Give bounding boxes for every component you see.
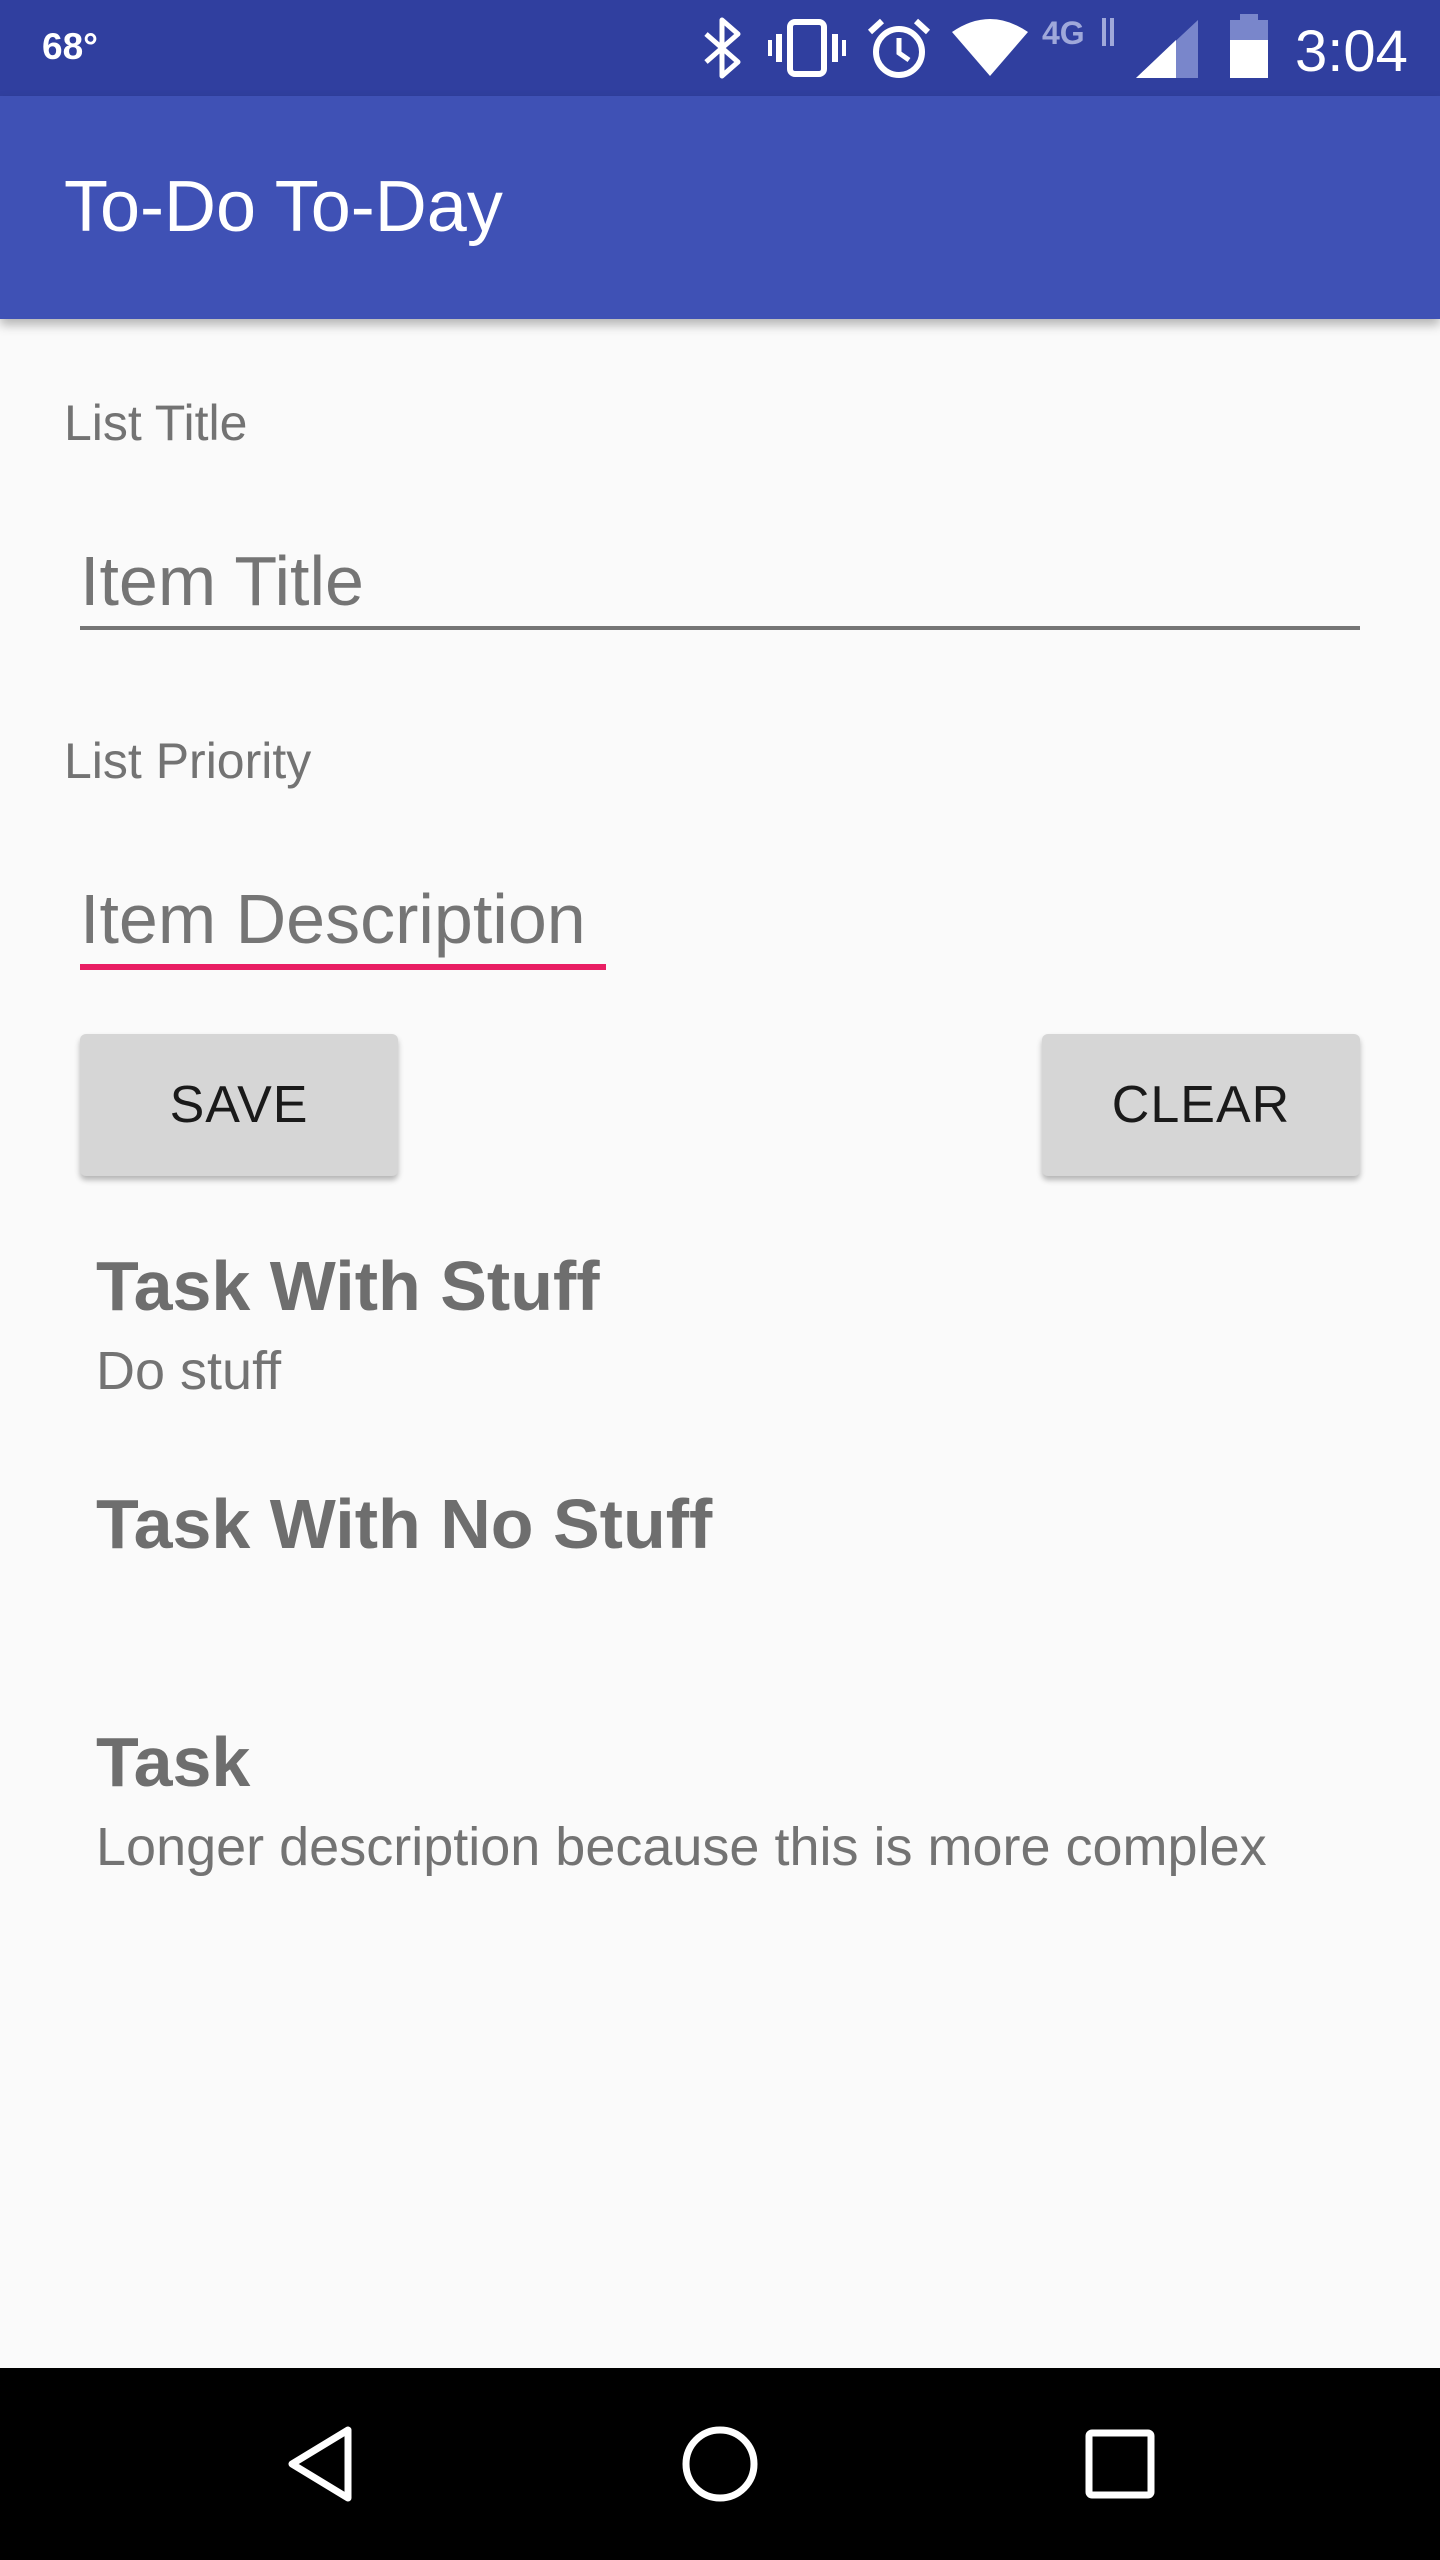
app-bar: To-Do To-Day <box>0 96 1440 319</box>
task-title: Task With Stuff <box>96 1247 600 1325</box>
task-description: Do stuff <box>96 1341 282 1401</box>
task-title: Task With No Stuff <box>96 1485 713 1563</box>
clock-time: 3:04 <box>1295 19 1408 84</box>
temperature-text: 68° <box>42 26 98 67</box>
svg-text:4G: 4G <box>1042 15 1085 51</box>
task-description: Longer description because this is more … <box>96 1817 1267 1877</box>
item-title-input[interactable]: Item Title <box>80 536 1360 630</box>
list-priority-label: List Priority <box>64 733 312 789</box>
vibrate-icon <box>768 16 846 85</box>
list-title-label: List Title <box>64 395 248 451</box>
bluetooth-icon <box>700 16 746 85</box>
battery-icon <box>1228 14 1270 83</box>
home-button[interactable] <box>620 2368 820 2560</box>
recents-button[interactable] <box>1020 2368 1220 2560</box>
4g-lte-icon: 4G <box>1042 14 1132 59</box>
status-bar: 68° 4G 3:04 <box>0 0 1440 96</box>
clear-button[interactable]: CLEAR <box>1042 1034 1360 1176</box>
cell-signal-icon <box>1136 20 1198 83</box>
item-description-input[interactable]: Item Description <box>80 874 606 970</box>
task-title: Task <box>96 1723 251 1801</box>
wifi-icon <box>952 18 1028 81</box>
app-title: To-Do To-Day <box>64 167 503 247</box>
save-button[interactable]: SAVE <box>80 1034 398 1176</box>
navigation-bar <box>0 2368 1440 2560</box>
back-button[interactable] <box>220 2368 420 2560</box>
alarm-icon <box>866 16 932 87</box>
